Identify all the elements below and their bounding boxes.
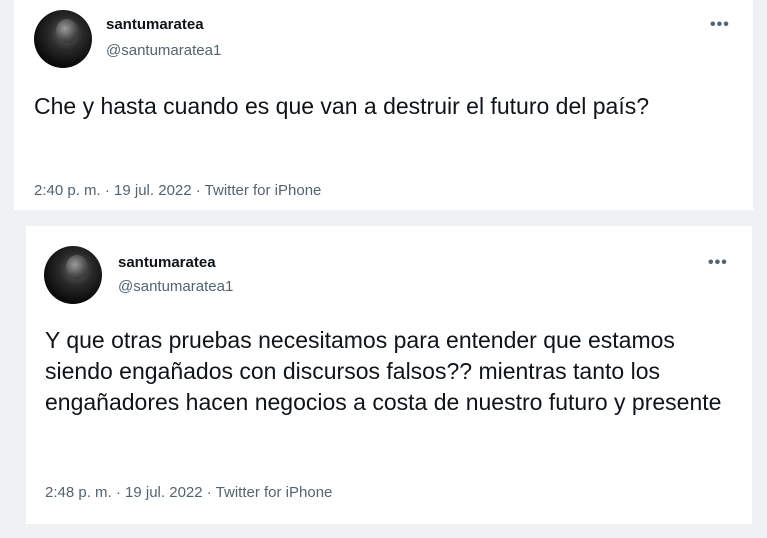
more-options-icon[interactable]: ••• bbox=[708, 255, 728, 271]
user-handle[interactable]: @santumaratea1 bbox=[118, 278, 233, 295]
user-handle[interactable]: @santumaratea1 bbox=[106, 42, 221, 59]
tweet-card[interactable]: santumaratea @santumaratea1 ••• Y que ot… bbox=[26, 226, 752, 524]
display-name[interactable]: santumaratea bbox=[118, 254, 216, 271]
more-options-icon[interactable]: ••• bbox=[710, 17, 730, 33]
avatar-face bbox=[56, 19, 78, 43]
avatar[interactable] bbox=[44, 246, 102, 304]
tweet-timestamp[interactable]: 2:40 p. m. · 19 jul. 2022 · Twitter for … bbox=[34, 182, 321, 199]
display-name[interactable]: santumaratea bbox=[106, 16, 204, 33]
tweet-timestamp[interactable]: 2:48 p. m. · 19 jul. 2022 · Twitter for … bbox=[45, 484, 332, 501]
avatar[interactable] bbox=[34, 10, 92, 68]
tweet-text: Che y hasta cuando es que van a destruir… bbox=[34, 93, 650, 119]
tweet-text: Y que otras pruebas necesitamos para ent… bbox=[45, 327, 722, 415]
avatar-face bbox=[66, 255, 88, 279]
tweet-card[interactable]: santumaratea @santumaratea1 ••• Che y ha… bbox=[14, 0, 753, 210]
